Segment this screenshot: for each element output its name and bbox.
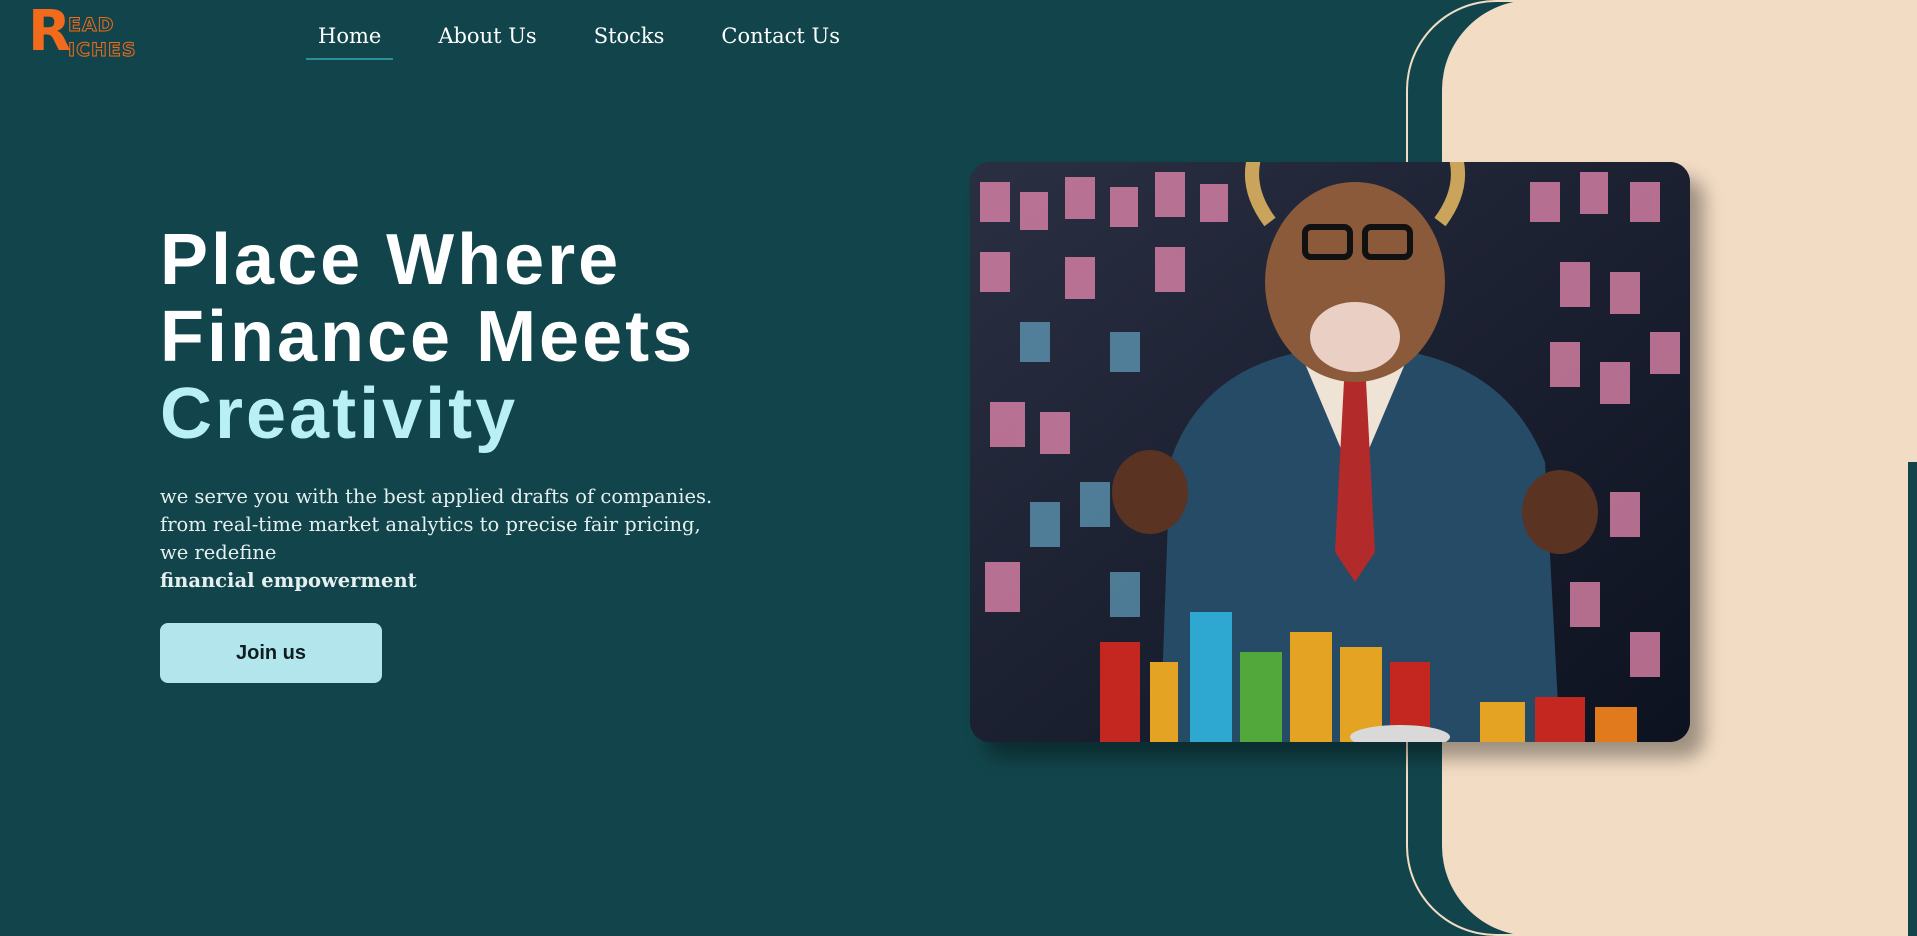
nav-about-us[interactable]: About Us xyxy=(426,24,548,60)
hero-title-line1: Place Where xyxy=(160,220,622,300)
hero-title: Place Where Finance Meets Creativity xyxy=(160,222,695,453)
bull-illustration-icon xyxy=(970,162,1690,742)
hero-desc-emphasis: financial empowerment xyxy=(160,569,417,592)
nav-home[interactable]: Home xyxy=(306,24,394,60)
hero-desc-line2: from real-time market analytics to preci… xyxy=(160,513,701,536)
logo-initial: R xyxy=(28,0,72,64)
nav-contact-us[interactable]: Contact Us xyxy=(709,24,852,60)
main-nav: Home About Us Stocks Contact Us xyxy=(306,24,885,60)
panel-edge-strip xyxy=(1908,462,1917,936)
logo-text-bottom: ICHES xyxy=(68,39,137,61)
hero-image xyxy=(970,162,1690,742)
logo-text-top: EAD xyxy=(67,14,115,36)
hero-title-accent: Creativity xyxy=(160,374,519,454)
hero-title-line2: Finance Meets xyxy=(160,297,696,377)
join-us-button[interactable]: Join us xyxy=(160,623,382,683)
logo[interactable]: R EAD ICHES xyxy=(28,4,158,68)
nav-stocks[interactable]: Stocks xyxy=(582,24,677,60)
hero-description: we serve you with the best applied draft… xyxy=(160,483,740,595)
hero-desc-line1: we serve you with the best applied draft… xyxy=(160,485,713,508)
hero-desc-line3: we redefine xyxy=(160,541,277,564)
